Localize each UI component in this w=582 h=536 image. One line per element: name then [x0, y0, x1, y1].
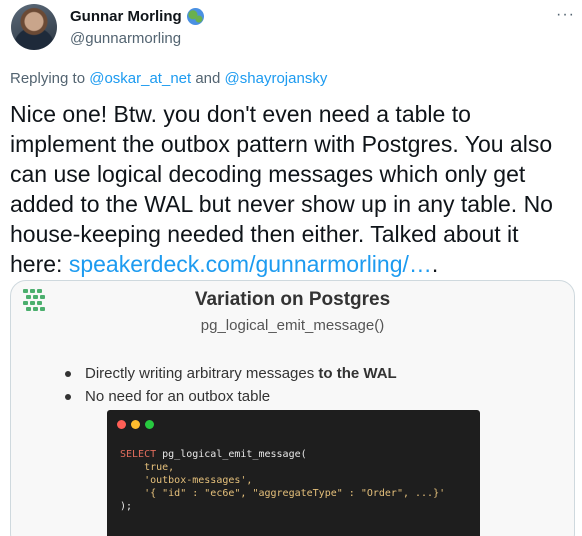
bullet-text: No need for an outbox table [85, 388, 271, 405]
author-name[interactable]: Gunnar Morling [70, 8, 204, 25]
window-controls [117, 420, 154, 429]
avatar[interactable] [11, 4, 57, 50]
bullet-item: Directly writing arbitrary messages to t… [65, 362, 397, 385]
tweet-trailing: . [431, 251, 439, 277]
author-name-text[interactable]: Gunnar Morling [70, 8, 182, 25]
replying-to: Replying to @oskar_at_net and @shayrojan… [10, 70, 327, 87]
code-window: SELECT pg_logical_emit_message( true, 'o… [107, 410, 480, 536]
code-line: '{ "id" : "ec6e", "aggregateType" : "Ord… [120, 488, 446, 499]
replying-conjunction: and [195, 70, 221, 87]
slide-bullets: Directly writing arbitrary messages to t… [65, 362, 397, 408]
bullet-item: No need for an outbox table [65, 385, 397, 408]
bullet-bold: to the WAL [318, 365, 397, 382]
mention-link[interactable]: @shayrojansky [225, 70, 328, 87]
replying-to-label: Replying to [10, 70, 86, 87]
code-line: ); [120, 501, 133, 512]
code-line: pg_logical_emit_message( [156, 449, 307, 460]
globe-icon [186, 8, 204, 25]
tweet-link[interactable]: speakerdeck.com/gunnarmorling/… [69, 251, 432, 277]
close-dot-icon [117, 420, 126, 429]
bullet-text: Directly writing arbitrary messages [85, 365, 319, 382]
code-line: true, [120, 462, 175, 473]
link-preview-card[interactable]: Variation on Postgres pg_logical_emit_me… [10, 280, 575, 536]
more-options-icon[interactable]: ··· [556, 6, 575, 24]
slide-subtitle: pg_logical_emit_message() [200, 317, 385, 334]
mention-link[interactable]: @oskar_at_net [89, 70, 191, 87]
minimize-dot-icon [131, 420, 140, 429]
code-keyword: SELECT [120, 449, 157, 460]
tweet-text: Nice one! Btw. you don't even need a tab… [10, 99, 575, 279]
code-line: 'outbox-messages', [120, 475, 253, 486]
slide-title: Variation on Postgres [194, 289, 391, 310]
maximize-dot-icon [145, 420, 154, 429]
author-handle[interactable]: @gunnarmorling [70, 30, 181, 47]
code-block: SELECT pg_logical_emit_message( true, 'o… [120, 448, 445, 513]
